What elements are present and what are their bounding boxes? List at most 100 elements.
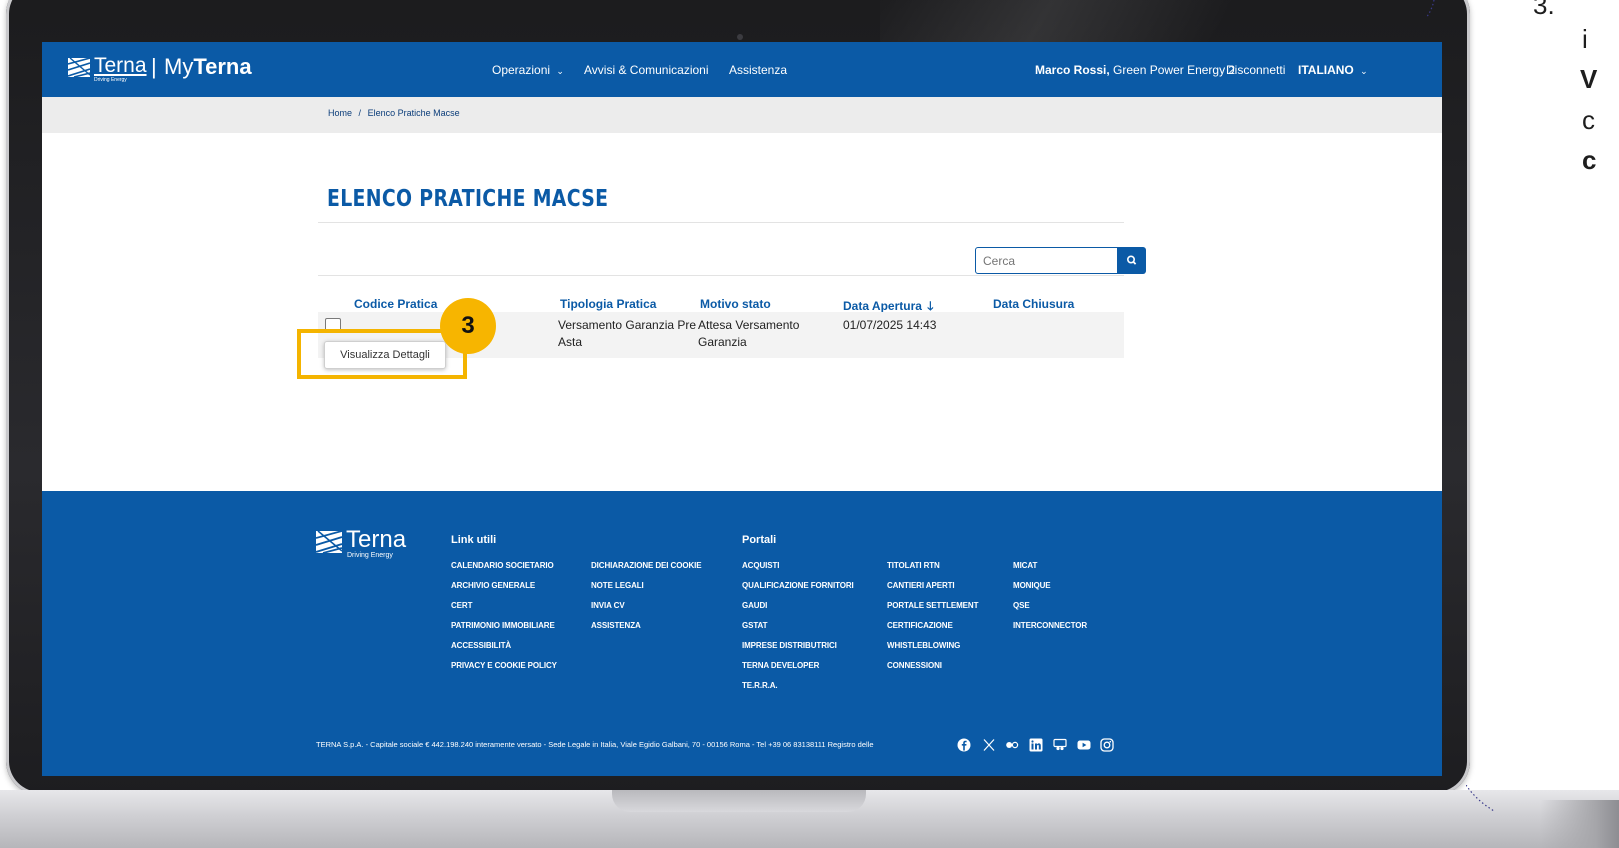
footer-link[interactable]: MONIQUE <box>1013 581 1051 590</box>
footer-link[interactable]: WHISTLEBLOWING <box>887 641 960 650</box>
webcam <box>737 34 743 40</box>
breadcrumb-bar: Home / Elenco Pratiche Macse <box>42 97 1442 133</box>
footer-link[interactable]: INVIA CV <box>591 601 625 610</box>
footer-link[interactable]: CONNESSIONI <box>887 661 942 670</box>
footer-link[interactable]: ARCHIVIO GENERALE <box>451 581 535 590</box>
cell-motivo-line2: Garanzia <box>698 335 747 349</box>
cell-apertura: 01/07/2025 14:43 <box>843 318 937 332</box>
footer-link[interactable]: CALENDARIO SOCIETARIO <box>451 561 554 570</box>
footer-link[interactable]: PORTALE SETTLEMENT <box>887 601 978 610</box>
footer-link[interactable]: CANTIERI APERTI <box>887 581 955 590</box>
footer-link[interactable]: TE.R.R.A. <box>742 681 778 690</box>
search-input[interactable] <box>975 247 1118 274</box>
breadcrumb-separator: / <box>358 108 362 118</box>
flickr-icon[interactable] <box>1005 738 1019 752</box>
app-name[interactable]: MyTerna <box>164 54 252 80</box>
column-header-apertura-label: Data Apertura <box>843 299 922 313</box>
footer-link[interactable]: CERT <box>451 601 472 610</box>
footer-link[interactable]: ACQUISTI <box>742 561 780 570</box>
terna-logo-icon <box>68 58 90 77</box>
nav-operazioni[interactable]: Operazioni ⌄ <box>492 63 564 77</box>
logout-link[interactable]: Disconnetti <box>1226 63 1285 77</box>
column-header-codice[interactable]: Codice Pratica <box>354 297 437 311</box>
cell-motivo-line1: Attesa Versamento <box>698 318 800 332</box>
youtube-icon[interactable] <box>1077 738 1091 752</box>
chevron-down-icon: ⌄ <box>1360 66 1368 76</box>
footer-legal-text: TERNA S.p.A. - Capitale sociale € 442.19… <box>316 740 874 749</box>
cell-motivo: Attesa Versamento Garanzia <box>698 317 799 351</box>
column-header-tipologia[interactable]: Tipologia Pratica <box>560 297 656 311</box>
footer-link[interactable]: INTERCONNECTOR <box>1013 621 1087 630</box>
logout-label: Disconnetti <box>1226 63 1286 77</box>
footer-link[interactable]: TERNA DEVELOPER <box>742 661 819 670</box>
footer-link[interactable]: PRIVACY E COOKIE POLICY <box>451 661 557 670</box>
footer-link[interactable]: GSTAT <box>742 621 768 630</box>
footer-link[interactable]: ACCESSIBILITÀ <box>451 641 511 650</box>
footer-link[interactable]: CERTIFICAZIONE <box>887 621 953 630</box>
nav-assistenza-label: Assistenza <box>729 63 788 77</box>
logo-text: Terna <box>94 54 147 77</box>
cell-tipologia-line2: Asta <box>558 335 583 349</box>
linkedin-icon[interactable] <box>1029 738 1043 752</box>
side-step-number: 3. <box>1533 0 1555 20</box>
x-icon[interactable] <box>982 738 996 752</box>
toolbar-divider <box>318 275 1124 276</box>
footer-logo-subtitle: Driving Energy <box>347 552 393 559</box>
slideshare-icon[interactable] <box>1053 738 1067 752</box>
footer-portali-title: Portali <box>742 534 777 546</box>
footer-link[interactable]: ASSISTENZA <box>591 621 641 630</box>
nav-operazioni-label: Operazioni <box>492 63 551 77</box>
decor-dotted-line <box>1425 0 1435 19</box>
language-label: ITALIANO <box>1298 63 1354 77</box>
top-navbar: Terna Driving Energy | MyTerna Operazion… <box>42 42 1442 97</box>
footer-logo-text: Terna <box>346 526 407 553</box>
footer-link-utili-title: Link utili <box>451 534 497 546</box>
breadcrumb-home[interactable]: Home <box>328 108 352 118</box>
visualizza-dettagli-button[interactable]: Visualizza Dettagli <box>325 342 445 368</box>
footer-link[interactable]: NOTE LEGALI <box>591 581 644 590</box>
footer-link[interactable]: MICAT <box>1013 561 1037 570</box>
footer-link[interactable]: PATRIMONIO IMMOBILIARE <box>451 621 555 630</box>
facebook-icon[interactable] <box>957 738 971 752</box>
footer-link[interactable]: TITOLATI RTN <box>887 561 940 570</box>
title-divider <box>318 222 1124 223</box>
search-button[interactable] <box>1118 247 1146 274</box>
header-divider: | <box>151 54 157 79</box>
footer-link[interactable]: QSE <box>1013 601 1030 610</box>
row-action-menu: Visualizza Dettagli <box>324 341 446 369</box>
step-badge: 3 <box>440 298 496 354</box>
user-info[interactable]: Marco Rossi, Green Power Energy 2 <box>1035 63 1235 77</box>
column-header-chiusura[interactable]: Data Chiusura <box>993 297 1074 311</box>
side-text-line: c <box>1582 105 1595 135</box>
footer-link[interactable]: DICHIARAZIONE DEI COOKIE <box>591 561 702 570</box>
laptop-base-edge <box>1540 800 1619 848</box>
company-name: Green Power Energy 2 <box>1109 63 1236 77</box>
search-icon <box>1127 255 1137 265</box>
user-name: Marco Rossi, <box>1035 63 1110 77</box>
nav-avvisi[interactable]: Avvisi & Comunicazioni <box>584 63 709 77</box>
logo-subtitle: Driving Energy <box>94 77 127 83</box>
footer-link[interactable]: QUALIFICAZIONE FORNITORI <box>742 581 854 590</box>
app-name-prefix: My <box>164 54 194 79</box>
instagram-icon[interactable] <box>1100 738 1114 752</box>
laptop-base-notch <box>612 790 866 812</box>
side-text-line: c <box>1582 145 1597 175</box>
side-text-line: V <box>1580 64 1598 94</box>
footer-link[interactable]: IMPRESE DISTRIBUTRICI <box>742 641 837 650</box>
footer: Terna Driving Energy Link utili Portali … <box>42 491 1442 776</box>
breadcrumb: Home / Elenco Pratiche Macse <box>328 108 460 118</box>
app-name-bold: Terna <box>193 54 252 79</box>
language-selector[interactable]: ITALIANO ⌄ <box>1298 63 1368 77</box>
cell-tipologia-line1: Versamento Garanzia Pre <box>558 318 697 332</box>
terna-logo-icon <box>316 531 342 553</box>
nav-assistenza[interactable]: Assistenza <box>729 63 787 77</box>
side-text-line: i <box>1582 24 1588 54</box>
footer-link[interactable]: GAUDI <box>742 601 767 610</box>
breadcrumb-current: Elenco Pratiche Macse <box>367 108 460 118</box>
cell-tipologia: Versamento Garanzia Pre Asta <box>558 317 696 351</box>
decor-dotted-line <box>1466 785 1495 812</box>
page-title: ELENCO PRATICHE MACSE <box>327 186 609 212</box>
chevron-down-icon: ⌄ <box>556 66 564 76</box>
nav-avvisi-label: Avvisi & Comunicazioni <box>584 63 709 77</box>
column-header-motivo[interactable]: Motivo stato <box>700 297 771 311</box>
